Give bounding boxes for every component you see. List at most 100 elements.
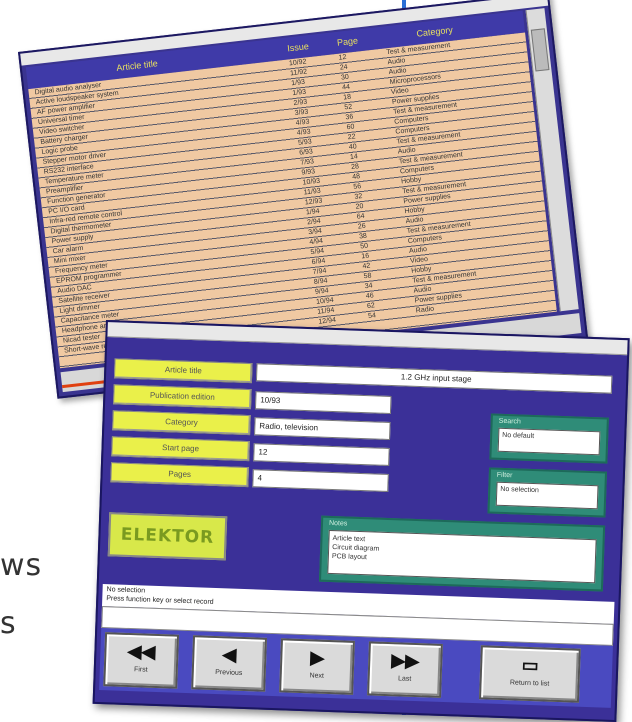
- table-cell: 7/94: [312, 267, 327, 277]
- table-cell: 18: [342, 93, 352, 102]
- previous-record-button[interactable]: ◀ Previous: [191, 635, 268, 692]
- notes-group-title: Notes: [328, 519, 348, 528]
- column-header-title[interactable]: Article title: [116, 58, 158, 73]
- table-cell: 22: [347, 133, 356, 142]
- field-label-category: Category: [112, 410, 251, 436]
- column-header-category[interactable]: Category: [416, 25, 453, 39]
- column-header-page[interactable]: Page: [336, 35, 358, 47]
- column-header-issue[interactable]: Issue: [287, 41, 310, 53]
- table-cell: 44: [341, 83, 351, 92]
- table-cell: 1/93: [292, 88, 307, 98]
- field-label-edition: Publication edition: [113, 384, 252, 410]
- table-cell: 1/93: [290, 78, 306, 88]
- return-button-label: Return to list: [509, 679, 550, 688]
- table-cell: 34: [364, 282, 373, 291]
- table-cell: 1/94: [305, 207, 321, 217]
- table-cell: Hobby: [404, 205, 426, 216]
- last-record-button[interactable]: ▶▶ Last: [367, 641, 443, 698]
- table-cell: 7/93: [300, 158, 315, 167]
- search-group-value[interactable]: No default: [497, 427, 601, 456]
- table-cell: 16: [361, 252, 370, 261]
- table-cell: 3/93: [294, 108, 309, 118]
- table-cell: 5/93: [297, 138, 313, 147]
- filter-group-box: Filter No selection: [487, 467, 608, 518]
- next-button-label: Next: [309, 672, 325, 680]
- table-cell: 10/93: [302, 177, 321, 187]
- table-cell: 62: [366, 302, 376, 311]
- table-cell: 20: [355, 202, 364, 211]
- return-to-list-button[interactable]: ▭ Return to list: [478, 645, 581, 703]
- notes-text[interactable]: Article text Circuit diagram PCB layout: [327, 529, 597, 584]
- table-cell: 11/92: [289, 68, 308, 78]
- table-cell: 48: [351, 173, 361, 181]
- table-cell: 4/93: [295, 118, 310, 127]
- table-cell: Video: [390, 87, 410, 97]
- table-cell: 6/94: [311, 257, 326, 267]
- list-window-icon: ▭: [521, 654, 540, 676]
- table-cell: 6/93: [298, 148, 314, 157]
- table-cell: 4/93: [296, 128, 311, 137]
- field-pages-input[interactable]: 4: [252, 469, 389, 492]
- table-cell: 36: [345, 113, 354, 122]
- table-cell: Audio: [408, 246, 428, 255]
- table-cell: 46: [365, 292, 375, 301]
- table-cell: Audio: [405, 216, 424, 226]
- notes-group-box: Notes Article text Circuit diagram PCB l…: [319, 515, 606, 592]
- search-group-box: Search No default: [489, 413, 609, 464]
- table-cell: 58: [363, 272, 372, 281]
- first-button-label: First: [133, 666, 148, 674]
- elektor-logo: ELEKTOR: [107, 512, 228, 561]
- table-cell: 4/94: [309, 237, 324, 247]
- skip-back-icon: ◀◀: [127, 640, 156, 662]
- table-cell: 14: [349, 153, 359, 162]
- table-cell: Hobby: [410, 265, 432, 275]
- field-start-page-input[interactable]: 12: [253, 443, 390, 466]
- table-cell: 10/94: [315, 296, 335, 306]
- table-cell: 9/94: [314, 287, 330, 296]
- table-cell: 9/93: [301, 168, 316, 177]
- previous-button-label: Previous: [215, 669, 243, 677]
- list-scrollbar-thumb[interactable]: [530, 28, 550, 72]
- table-cell: Audio: [397, 146, 416, 156]
- next-record-button[interactable]: ▶ Next: [279, 638, 355, 695]
- article-list[interactable]: Digital audio analyser 10/92 12 Test & meas…: [28, 32, 557, 369]
- table-cell: 50: [359, 242, 369, 251]
- table-cell: 2/94: [306, 217, 322, 227]
- filter-group-title: Filter: [496, 471, 513, 480]
- table-cell: 30: [340, 73, 350, 82]
- table-cell: 2/93: [293, 98, 308, 108]
- step-back-icon: ◀: [222, 644, 237, 665]
- table-cell: 5/94: [310, 247, 325, 257]
- table-cell: 26: [357, 222, 367, 231]
- side-text-line2: s: [0, 606, 17, 641]
- table-cell: Hobby: [400, 176, 422, 186]
- field-title-input[interactable]: 1.2 GHz input stage: [255, 363, 613, 394]
- table-cell: 24: [339, 63, 349, 72]
- table-cell: 11/93: [303, 187, 322, 197]
- table-cell: Audio: [388, 67, 407, 77]
- table-cell: Audio: [413, 285, 432, 295]
- table-cell: 28: [350, 163, 360, 171]
- table-cell: 40: [348, 143, 358, 152]
- last-button-label: Last: [397, 675, 412, 683]
- table-cell: 12: [338, 53, 347, 62]
- table-cell: 42: [362, 262, 371, 271]
- table-cell: Video: [409, 255, 429, 265]
- field-label-title: Article title: [113, 358, 253, 384]
- table-cell: 3/94: [307, 227, 323, 237]
- table-cell: 38: [358, 232, 368, 241]
- table-cell: 8/94: [313, 277, 328, 286]
- field-category-input[interactable]: Radio, television: [254, 417, 391, 440]
- table-cell: 64: [356, 212, 366, 221]
- article-detail-window: Article title 1.2 GHz input stage Public…: [92, 320, 630, 722]
- search-group-title: Search: [498, 417, 522, 426]
- filter-group-value[interactable]: No selection: [495, 481, 599, 510]
- table-cell: 11/94: [316, 306, 335, 316]
- side-text-line1: ws: [0, 548, 43, 583]
- field-label-start-page: Start page: [111, 436, 250, 462]
- field-edition-input[interactable]: 10/93: [254, 391, 392, 414]
- table-cell: 12/94: [318, 316, 337, 326]
- first-record-button[interactable]: ◀◀ First: [103, 632, 180, 689]
- table-cell: 52: [344, 103, 353, 112]
- table-cell: 10/92: [288, 58, 307, 68]
